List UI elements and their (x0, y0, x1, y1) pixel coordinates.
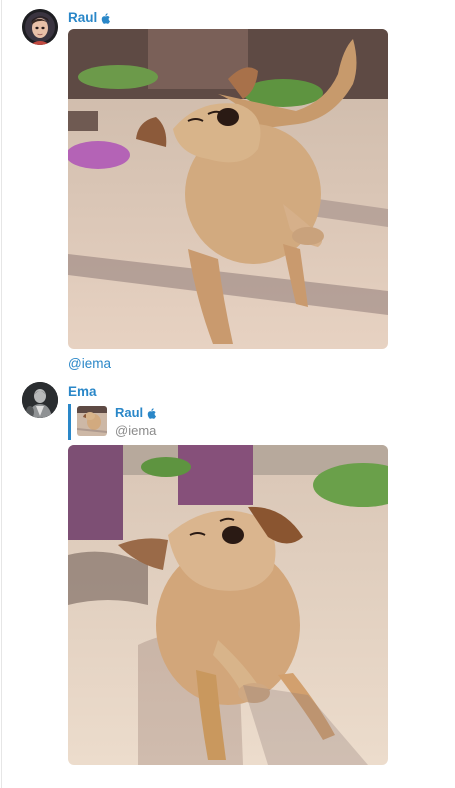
photo-attachment[interactable] (68, 445, 388, 765)
message-caption[interactable]: @iema (68, 356, 111, 371)
sender-name-label: Ema (68, 384, 97, 399)
sender-name-ema[interactable]: Ema (68, 384, 97, 399)
reply-sender-label: Raul (115, 405, 144, 420)
reply-thumbnail (77, 406, 107, 436)
photo-attachment[interactable] (68, 29, 388, 349)
sender-name-label: Raul (68, 10, 98, 25)
avatar-ema[interactable] (22, 382, 58, 418)
panel-divider (1, 0, 2, 788)
sender-name-raul[interactable]: Raul (68, 10, 111, 25)
avatar-raul[interactable] (22, 9, 58, 45)
reply-sender: Raul (115, 405, 157, 420)
apple-icon (147, 407, 157, 419)
reply-text: @iema (115, 423, 157, 438)
reply-preview[interactable]: Raul @iema (68, 404, 271, 440)
apple-icon (101, 12, 111, 24)
